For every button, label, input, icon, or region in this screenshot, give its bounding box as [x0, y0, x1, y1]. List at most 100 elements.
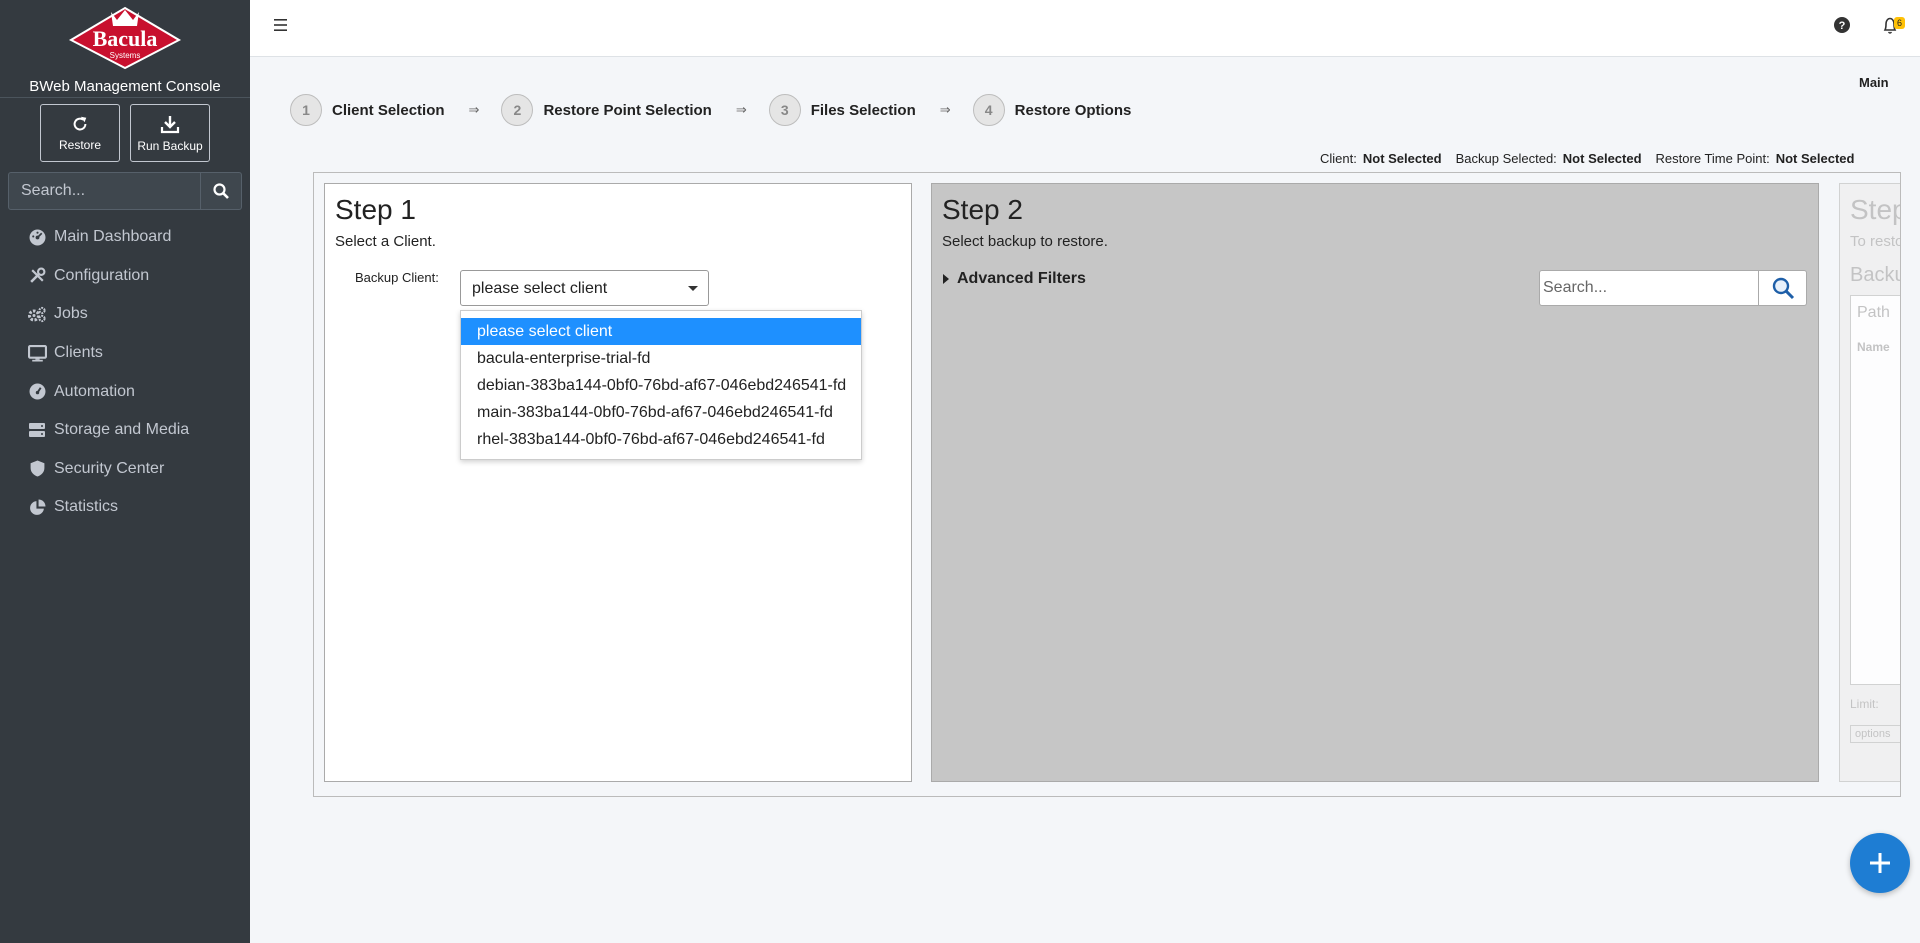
svg-text:?: ? — [1839, 20, 1846, 32]
help-icon[interactable]: ? — [1833, 16, 1851, 34]
wizard-step-restore-options[interactable]: 4 Restore Options — [972, 94, 1132, 126]
wizard-step-client-selection[interactable]: 1 Client Selection — [290, 94, 445, 126]
sidebar-item-label: Main Dashboard — [54, 228, 172, 246]
logo-area: Bacula Systems BWeb Management Console — [0, 0, 250, 98]
summary-backup: Backup Selected: Not Selected — [1456, 151, 1642, 166]
selection-summary: Client: Not Selected Backup Selected: Not … — [1320, 151, 1854, 166]
dropdown-option[interactable]: bacula-enterprise-trial-fd — [461, 345, 861, 372]
dropdown-option[interactable]: debian-383ba144-0bf0-76bd-af67-046ebd246… — [461, 372, 861, 399]
path-input[interactable]: Path — [1857, 304, 1900, 322]
step1-panel: Step 1 Select a Client. Backup Client: p… — [324, 183, 912, 782]
wizard-step-files-selection[interactable]: 3 Files Selection — [768, 94, 916, 126]
step-number: 1 — [290, 94, 322, 126]
options-button[interactable]: options — [1850, 725, 1900, 743]
summary-label: Backup Selected: — [1455, 151, 1557, 166]
dashboard-icon — [29, 229, 45, 246]
sidebar-item-clients[interactable]: Clients — [0, 334, 250, 373]
client-dropdown-list: please select client bacula-enterprise-t… — [460, 310, 862, 460]
name-column-header: Name — [1857, 340, 1890, 354]
step3-description: To restore — [1850, 233, 1900, 250]
step2-panel: Step 2 Select backup to restore. Advance… — [931, 183, 1819, 782]
sidebar-item-label: Jobs — [54, 305, 88, 323]
step2-search — [1539, 270, 1807, 306]
sidebar-search — [8, 172, 242, 210]
step2-search-input[interactable] — [1539, 270, 1759, 306]
sidebar-item-storage-and-media[interactable]: Storage and Media — [0, 411, 250, 450]
pie-chart-icon — [29, 499, 45, 515]
caret-right-icon — [943, 274, 949, 284]
advanced-filters-toggle[interactable]: Advanced Filters — [943, 270, 1086, 288]
tools-icon — [29, 267, 45, 284]
bacula-logo[interactable]: Bacula Systems — [67, 6, 183, 70]
sidebar-item-label: Storage and Media — [54, 421, 190, 439]
add-fab-button[interactable] — [1850, 833, 1910, 893]
breadcrumb[interactable]: Main — [1859, 75, 1889, 90]
restore-button-label: Restore — [58, 137, 102, 152]
quick-actions: Restore Run Backup — [0, 98, 250, 172]
run-backup-button[interactable]: Run Backup — [130, 104, 210, 162]
desktop-icon — [27, 344, 47, 362]
sidebar-item-security-center[interactable]: Security Center — [0, 450, 250, 489]
step3-panel: Step 3 To restore Backup Path Name Limit… — [1839, 183, 1900, 782]
wizard-step-restore-point-selection[interactable]: 2 Restore Point Selection — [501, 94, 712, 126]
client-row: Backup Client: — [355, 270, 439, 285]
storage-icon — [29, 423, 45, 438]
sidebar-item-configuration[interactable]: Configuration — [0, 257, 250, 296]
summary-label: Client: — [1320, 151, 1357, 166]
sidebar-item-main-dashboard[interactable]: Main Dashboard — [0, 218, 250, 257]
backup-client-select[interactable]: please select client — [460, 270, 709, 306]
shield-icon — [30, 460, 44, 477]
dropdown-option[interactable]: rhel-383ba144-0bf0-76bd-af67-046ebd24654… — [461, 426, 861, 453]
step1-title: Step 1 — [335, 194, 416, 225]
sidebar-search-input[interactable] — [8, 172, 201, 210]
sidebar-item-automation[interactable]: Automation — [0, 372, 250, 411]
sidebar-item-jobs[interactable]: Jobs — [0, 295, 250, 334]
hamburger-menu-icon[interactable] — [272, 17, 290, 33]
step3-title: Step 3 — [1850, 194, 1900, 225]
step-label: Files Selection — [810, 101, 916, 119]
step-label: Client Selection — [332, 101, 445, 119]
summary-time-point: Restore Time Point: Not Selected — [1656, 151, 1855, 166]
brand-name: BWeb Management Console — [29, 78, 221, 95]
step2-description: Select backup to restore. — [942, 233, 1108, 250]
steps-container: Step 1 Select a Client. Backup Client: p… — [313, 172, 1901, 797]
summary-value: Not Selected — [1362, 151, 1442, 166]
step-label: Restore Point Selection — [543, 101, 712, 119]
advanced-filters-label: Advanced Filters — [957, 270, 1086, 287]
sidebar-item-label: Clients — [54, 344, 103, 362]
backup-client-label: Backup Client: — [355, 270, 439, 285]
arrow-right-icon: ⇒ — [939, 102, 951, 117]
summary-value: Not Selected — [1775, 151, 1855, 166]
dropdown-option[interactable]: please select client — [461, 318, 861, 345]
step-number: 2 — [501, 94, 534, 126]
step-label: Restore Options — [1014, 101, 1132, 119]
plus-icon — [1870, 853, 1890, 873]
limit-label: Limit: — [1850, 697, 1879, 711]
dropdown-option[interactable]: main-383ba144-0bf0-76bd-af67-046ebd24654… — [461, 399, 861, 426]
cogs-icon — [28, 306, 46, 323]
search-icon — [1772, 277, 1794, 300]
summary-value: Not Selected — [1562, 151, 1642, 166]
sidebar-search-button[interactable] — [201, 172, 242, 210]
step-number: 3 — [768, 94, 801, 126]
run-backup-button-label: Run Backup — [137, 138, 203, 153]
logo-subtext: Systems — [110, 51, 141, 60]
summary-label: Restore Time Point: — [1655, 151, 1770, 166]
caret-down-icon — [688, 286, 698, 291]
arrow-right-icon: ⇒ — [468, 102, 480, 117]
wizard-steps: 1 Client Selection ⇒ 2 Restore Point Sel… — [290, 94, 1131, 126]
sidebar-item-label: Security Center — [54, 459, 165, 477]
sidebar-nav: Main Dashboard Configuration Jobs Client… — [0, 218, 250, 527]
notification-badge: 6 — [1894, 17, 1906, 29]
download-icon — [160, 115, 180, 133]
step2-title: Step 2 — [942, 194, 1023, 225]
topbar: ? 6 — [250, 0, 1920, 57]
step3-heading: Backup — [1850, 264, 1900, 286]
refresh-icon — [73, 116, 87, 130]
sidebar-item-label: Configuration — [54, 266, 150, 284]
arrow-right-icon: ⇒ — [735, 102, 747, 117]
sidebar-item-label: Automation — [54, 382, 135, 400]
sidebar-item-statistics[interactable]: Statistics — [0, 488, 250, 527]
restore-button[interactable]: Restore — [40, 104, 120, 162]
step2-search-button[interactable] — [1759, 270, 1807, 306]
